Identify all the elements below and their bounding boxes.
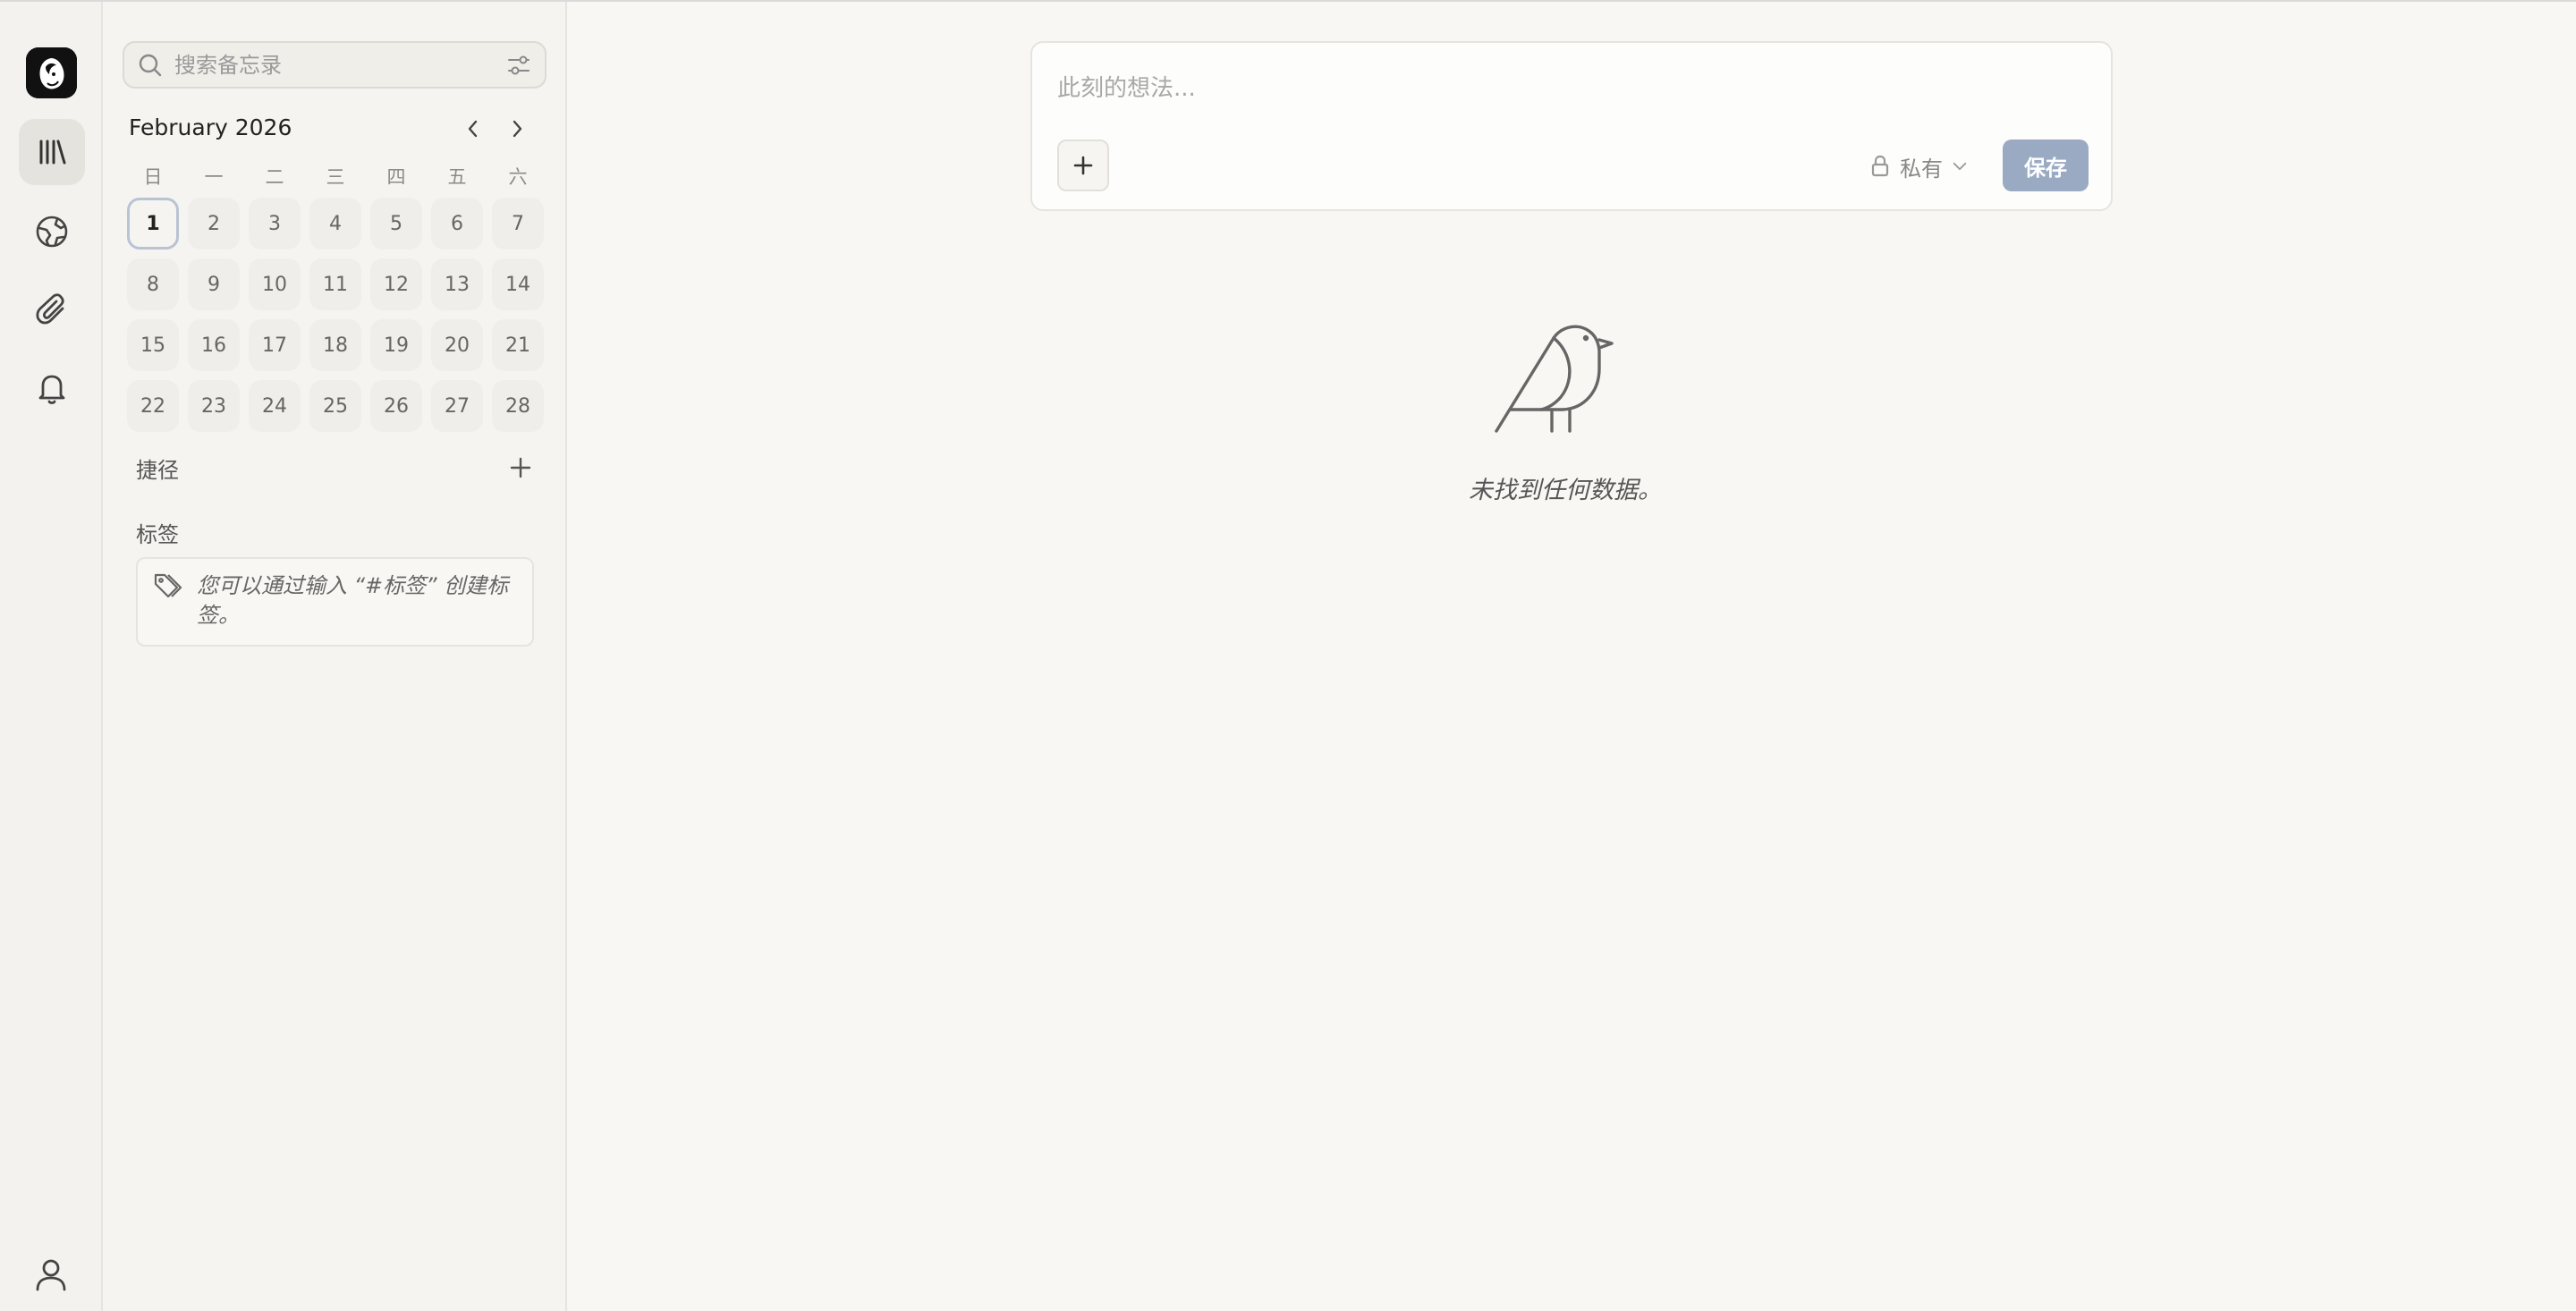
search-input[interactable] [174, 52, 505, 78]
calendar-day[interactable]: 5 [370, 198, 422, 250]
rail-notifications-button[interactable] [19, 355, 85, 421]
chevron-right-icon [513, 120, 522, 138]
bird-icon [1495, 325, 1614, 433]
tags-hint-text: 您可以通过输入 “#标签” 创建标签。 [197, 573, 509, 628]
weekday-label: 六 [508, 166, 528, 188]
calendar-day[interactable]: 12 [370, 258, 422, 310]
library-icon [39, 140, 66, 165]
lock-icon [1871, 155, 1889, 177]
search-box [123, 41, 547, 89]
calendar-day[interactable]: 8 [127, 258, 179, 310]
calendar-day[interactable]: 14 [492, 258, 544, 310]
calendar-next-button[interactable] [501, 113, 533, 145]
calendar-day[interactable]: 18 [309, 319, 361, 371]
tags-icon [154, 573, 182, 598]
calendar-day[interactable]: 28 [492, 380, 544, 432]
plus-icon [1073, 156, 1093, 175]
calendar-day[interactable]: 19 [370, 319, 422, 371]
shortcuts-heading: 捷径 [136, 458, 179, 483]
globe-icon [36, 216, 68, 248]
save-button[interactable]: 保存 [2003, 140, 2089, 191]
calendar-day[interactable]: 6 [431, 198, 483, 250]
bell-icon [38, 375, 65, 404]
empty-state-message: 未找到任何数据。 [1469, 477, 1662, 504]
calendar-day[interactable]: 21 [492, 319, 544, 371]
calendar-day[interactable]: 3 [249, 198, 301, 250]
calendar-day[interactable]: 26 [370, 380, 422, 432]
weekday-label: 三 [326, 166, 345, 188]
add-shortcut-button[interactable] [505, 453, 536, 483]
sidebar: February 2026 日 一 二 三 四 五 六 1 2 3 4 5 [103, 2, 567, 1311]
app-logo[interactable] [26, 47, 77, 98]
app-window: February 2026 日 一 二 三 四 五 六 1 2 3 4 5 [0, 0, 2576, 1311]
filter-icon[interactable] [505, 52, 532, 79]
weekday-label: 四 [386, 166, 406, 188]
calendar-day[interactable]: 4 [309, 198, 361, 250]
calendar-day[interactable]: 2 [188, 198, 240, 250]
weekday-label: 五 [447, 166, 467, 188]
insert-menu-button[interactable] [1057, 140, 1109, 191]
calendar-day[interactable]: 11 [309, 258, 361, 310]
weekday-label: 二 [265, 166, 284, 188]
chevron-down-icon [1953, 162, 1967, 171]
empty-state: 未找到任何数据。 [1377, 306, 1753, 505]
weekday-label: 日 [143, 166, 163, 188]
calendar-day[interactable]: 23 [188, 380, 240, 432]
visibility-select[interactable]: 私有 [1868, 148, 1970, 184]
calendar-day[interactable]: 16 [188, 319, 240, 371]
calendar-days: 1 2 3 4 5 6 7 8 9 10 11 12 13 14 15 16 1… [123, 193, 552, 436]
calendar-day[interactable]: 13 [431, 258, 483, 310]
nav-rail [0, 2, 103, 1311]
user-icon[interactable] [32, 1256, 70, 1293]
calendar-day[interactable]: 27 [431, 380, 483, 432]
rail-memos-button[interactable] [19, 119, 85, 185]
logo-icon [26, 47, 77, 98]
tags-hint-box: 您可以通过输入 “#标签” 创建标签。 [136, 557, 534, 647]
calendar-weekdays: 日 一 二 三 四 五 六 [123, 163, 552, 190]
calendar-day[interactable]: 20 [431, 319, 483, 371]
calendar-day[interactable]: 10 [249, 258, 301, 310]
calendar-month-label: February 2026 [129, 114, 292, 140]
rail-attachments-button[interactable] [19, 276, 85, 343]
weekday-label: 一 [204, 166, 224, 188]
calendar-day[interactable]: 9 [188, 258, 240, 310]
calendar-day-today[interactable]: 1 [127, 198, 179, 250]
calendar-day[interactable]: 7 [492, 198, 544, 250]
calendar-prev-button[interactable] [457, 113, 489, 145]
rail-explore-button[interactable] [19, 199, 85, 265]
memo-input[interactable] [1057, 70, 2086, 114]
visibility-label: 私有 [1900, 156, 1943, 182]
paperclip-icon [36, 293, 64, 325]
chevron-left-icon [468, 120, 478, 138]
tags-heading: 标签 [136, 522, 179, 547]
calendar-day[interactable]: 22 [127, 380, 179, 432]
search-icon [139, 54, 162, 76]
memo-editor: 私有 保存 [1030, 41, 2113, 211]
calendar-day[interactable]: 15 [127, 319, 179, 371]
calendar-grid: 日 一 二 三 四 五 六 1 2 3 4 5 6 7 8 9 10 11 12 [123, 163, 552, 436]
plus-icon [510, 457, 531, 478]
calendar-day[interactable]: 17 [249, 319, 301, 371]
calendar-day[interactable]: 25 [309, 380, 361, 432]
calendar-day[interactable]: 24 [249, 380, 301, 432]
